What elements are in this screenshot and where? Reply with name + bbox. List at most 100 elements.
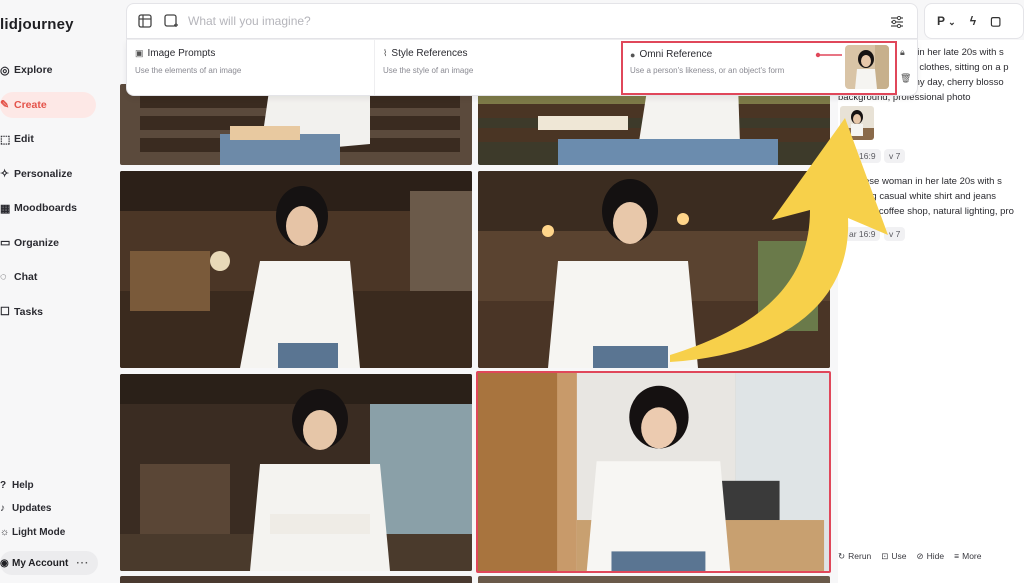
help-icon: ?: [0, 479, 7, 491]
prompt-text: ese woman in her late 20s with s: [864, 176, 1002, 187]
hide-label: Hide: [926, 551, 945, 561]
settings-sliders-icon[interactable]: [887, 12, 907, 32]
sun-icon: ☼: [0, 526, 10, 538]
nav-item-explore[interactable]: ◎ Explore: [0, 57, 96, 83]
job-actions: ↻ Rerun ⊡ Use ⊘ Hide ≡ More: [838, 551, 981, 562]
nav-item-chat[interactable]: ◌ Chat: [0, 264, 96, 290]
my-account-button[interactable]: ◉ My Account ···: [0, 551, 98, 575]
nav-item-tasks[interactable]: ☐ Tasks: [0, 299, 96, 325]
option-subtitle: Use the elements of an image: [135, 66, 242, 75]
nav-label: Chat: [14, 271, 38, 283]
trash-icon[interactable]: 🗑︎: [900, 73, 912, 99]
folder-icon: ▭: [0, 237, 11, 249]
tasks-icon: ☐: [0, 306, 10, 318]
main-nav: ◎ Explore ✎ Create ⬚ Edit ✧ Personalize …: [0, 57, 96, 333]
rerun-button[interactable]: ↻ Rerun: [838, 551, 871, 562]
chat-icon: ◌: [0, 271, 7, 283]
image-grid-icon[interactable]: [134, 10, 156, 32]
menu-icon: ≡: [954, 551, 960, 561]
account-label: My Account: [12, 557, 69, 569]
nav-item-personalize[interactable]: ✧ Personalize: [0, 161, 96, 187]
nav-label: Moodboards: [14, 202, 77, 214]
nav-label: Create: [14, 98, 47, 111]
prompt-text: an in her late 20s with s: [904, 47, 1004, 58]
option-title: Style References: [391, 48, 468, 59]
more-dots-icon[interactable]: ···: [76, 558, 89, 569]
prompt-text: ual clothes, sitting on a p: [904, 62, 1009, 73]
edit-icon: ⬚: [0, 133, 11, 146]
hide-button[interactable]: ⊘ Hide: [917, 551, 945, 562]
updates-link[interactable]: ♪ Updates: [0, 500, 100, 518]
light-mode-label: Light Mode: [12, 526, 66, 538]
param-chip[interactable]: v 7: [884, 149, 906, 163]
generated-image[interactable]: [478, 576, 830, 583]
bottom-nav: ? Help ♪ Updates ☼ Light Mode: [0, 476, 100, 547]
generated-image[interactable]: [478, 84, 830, 165]
lock-icon[interactable]: 🔒︎: [900, 47, 912, 73]
personalize-toggle[interactable]: P ⌄: [937, 14, 956, 28]
generated-image[interactable]: [120, 84, 472, 165]
red-arrow-annotation: [815, 52, 842, 58]
add-image-icon[interactable]: [160, 10, 182, 32]
prompt-text: ing casual white shirt and jeans: [864, 191, 997, 202]
nav-label: Organize: [14, 236, 59, 249]
generated-image[interactable]: [120, 576, 472, 583]
light-mode-toggle[interactable]: ☼ Light Mode: [0, 523, 100, 541]
generated-image-selected[interactable]: [476, 371, 831, 573]
job-thumbnail[interactable]: [840, 106, 874, 140]
help-link[interactable]: ? Help: [0, 476, 100, 494]
moodboard-icon: ▦: [0, 202, 11, 215]
brand-name[interactable]: lidjourney: [0, 16, 74, 33]
option-title: Omni Reference: [639, 49, 713, 60]
param-chip[interactable]: v 7: [884, 227, 906, 241]
param-chip[interactable]: ar 16:9: [844, 227, 881, 241]
generated-image[interactable]: [478, 171, 830, 368]
sparkle-icon: ✧: [0, 168, 10, 180]
help-label: Help: [12, 479, 34, 491]
prompt-text: modern coffee shop, natural lighting, pr…: [844, 206, 1014, 217]
option-title: Image Prompts: [147, 48, 216, 59]
prompt-input[interactable]: [188, 14, 838, 28]
nav-item-edit[interactable]: ⬚ Edit: [0, 126, 96, 152]
bell-icon: ♪: [0, 503, 5, 514]
nav-item-moodboards[interactable]: ▦ Moodboards: [0, 195, 96, 221]
image-icon: ▣: [135, 48, 144, 58]
top-right-controls: P ⌄ ϟ ▢: [924, 3, 1024, 39]
nav-label: Personalize: [14, 167, 73, 180]
chevron-down-icon: ⌄: [948, 17, 956, 27]
generated-image[interactable]: [120, 171, 472, 368]
rerun-icon: ↻: [838, 551, 846, 561]
nav-label: Explore: [14, 64, 53, 76]
more-label: More: [962, 551, 982, 561]
brush-icon: ✎: [0, 99, 10, 111]
option-subtitle: Use the style of an image: [383, 66, 474, 75]
rerun-label: Rerun: [848, 551, 872, 561]
image-prompts-option[interactable]: ▣ Image Prompts Use the elements of an im…: [127, 40, 375, 95]
style-references-option[interactable]: ⌇ Style References Use the style of an im…: [375, 40, 623, 95]
generated-image[interactable]: [120, 374, 472, 571]
use-icon: ⊡: [881, 551, 889, 561]
compass-icon: ◎: [0, 64, 10, 77]
nav-item-create[interactable]: ✎ Create: [0, 91, 96, 118]
eye-off-icon: ⊘: [916, 551, 924, 561]
use-button[interactable]: ⊡ Use: [881, 551, 906, 562]
prompt-bar: [126, 3, 918, 39]
speed-icon[interactable]: ϟ: [970, 14, 976, 28]
paperclip-icon: ⌇: [383, 48, 388, 58]
image-grid: [120, 84, 831, 583]
more-button[interactable]: ≡ More: [954, 551, 981, 562]
option-subtitle: Use a person's likeness, or an object's …: [630, 66, 785, 75]
param-chip[interactable]: 16:9: [854, 149, 881, 163]
use-label: Use: [891, 551, 907, 561]
sidebar: lidjourney ◎ Explore ✎ Create ⬚ Edit ✧ P…: [0, 0, 110, 583]
account-icon: ◉: [0, 557, 9, 569]
person-icon: ●: [630, 49, 636, 60]
prompt-text: unny day, cherry blosso: [904, 77, 1004, 88]
updates-label: Updates: [12, 503, 52, 514]
nav-item-organize[interactable]: ▭ Organize: [0, 230, 96, 256]
window-icon[interactable]: ▢: [990, 14, 1001, 28]
reference-side-icons: 🔒︎ 🗑︎: [900, 47, 912, 99]
nav-label: Edit: [14, 133, 34, 145]
omni-reference-thumbnail[interactable]: [845, 45, 889, 89]
nav-label: Tasks: [14, 305, 43, 318]
